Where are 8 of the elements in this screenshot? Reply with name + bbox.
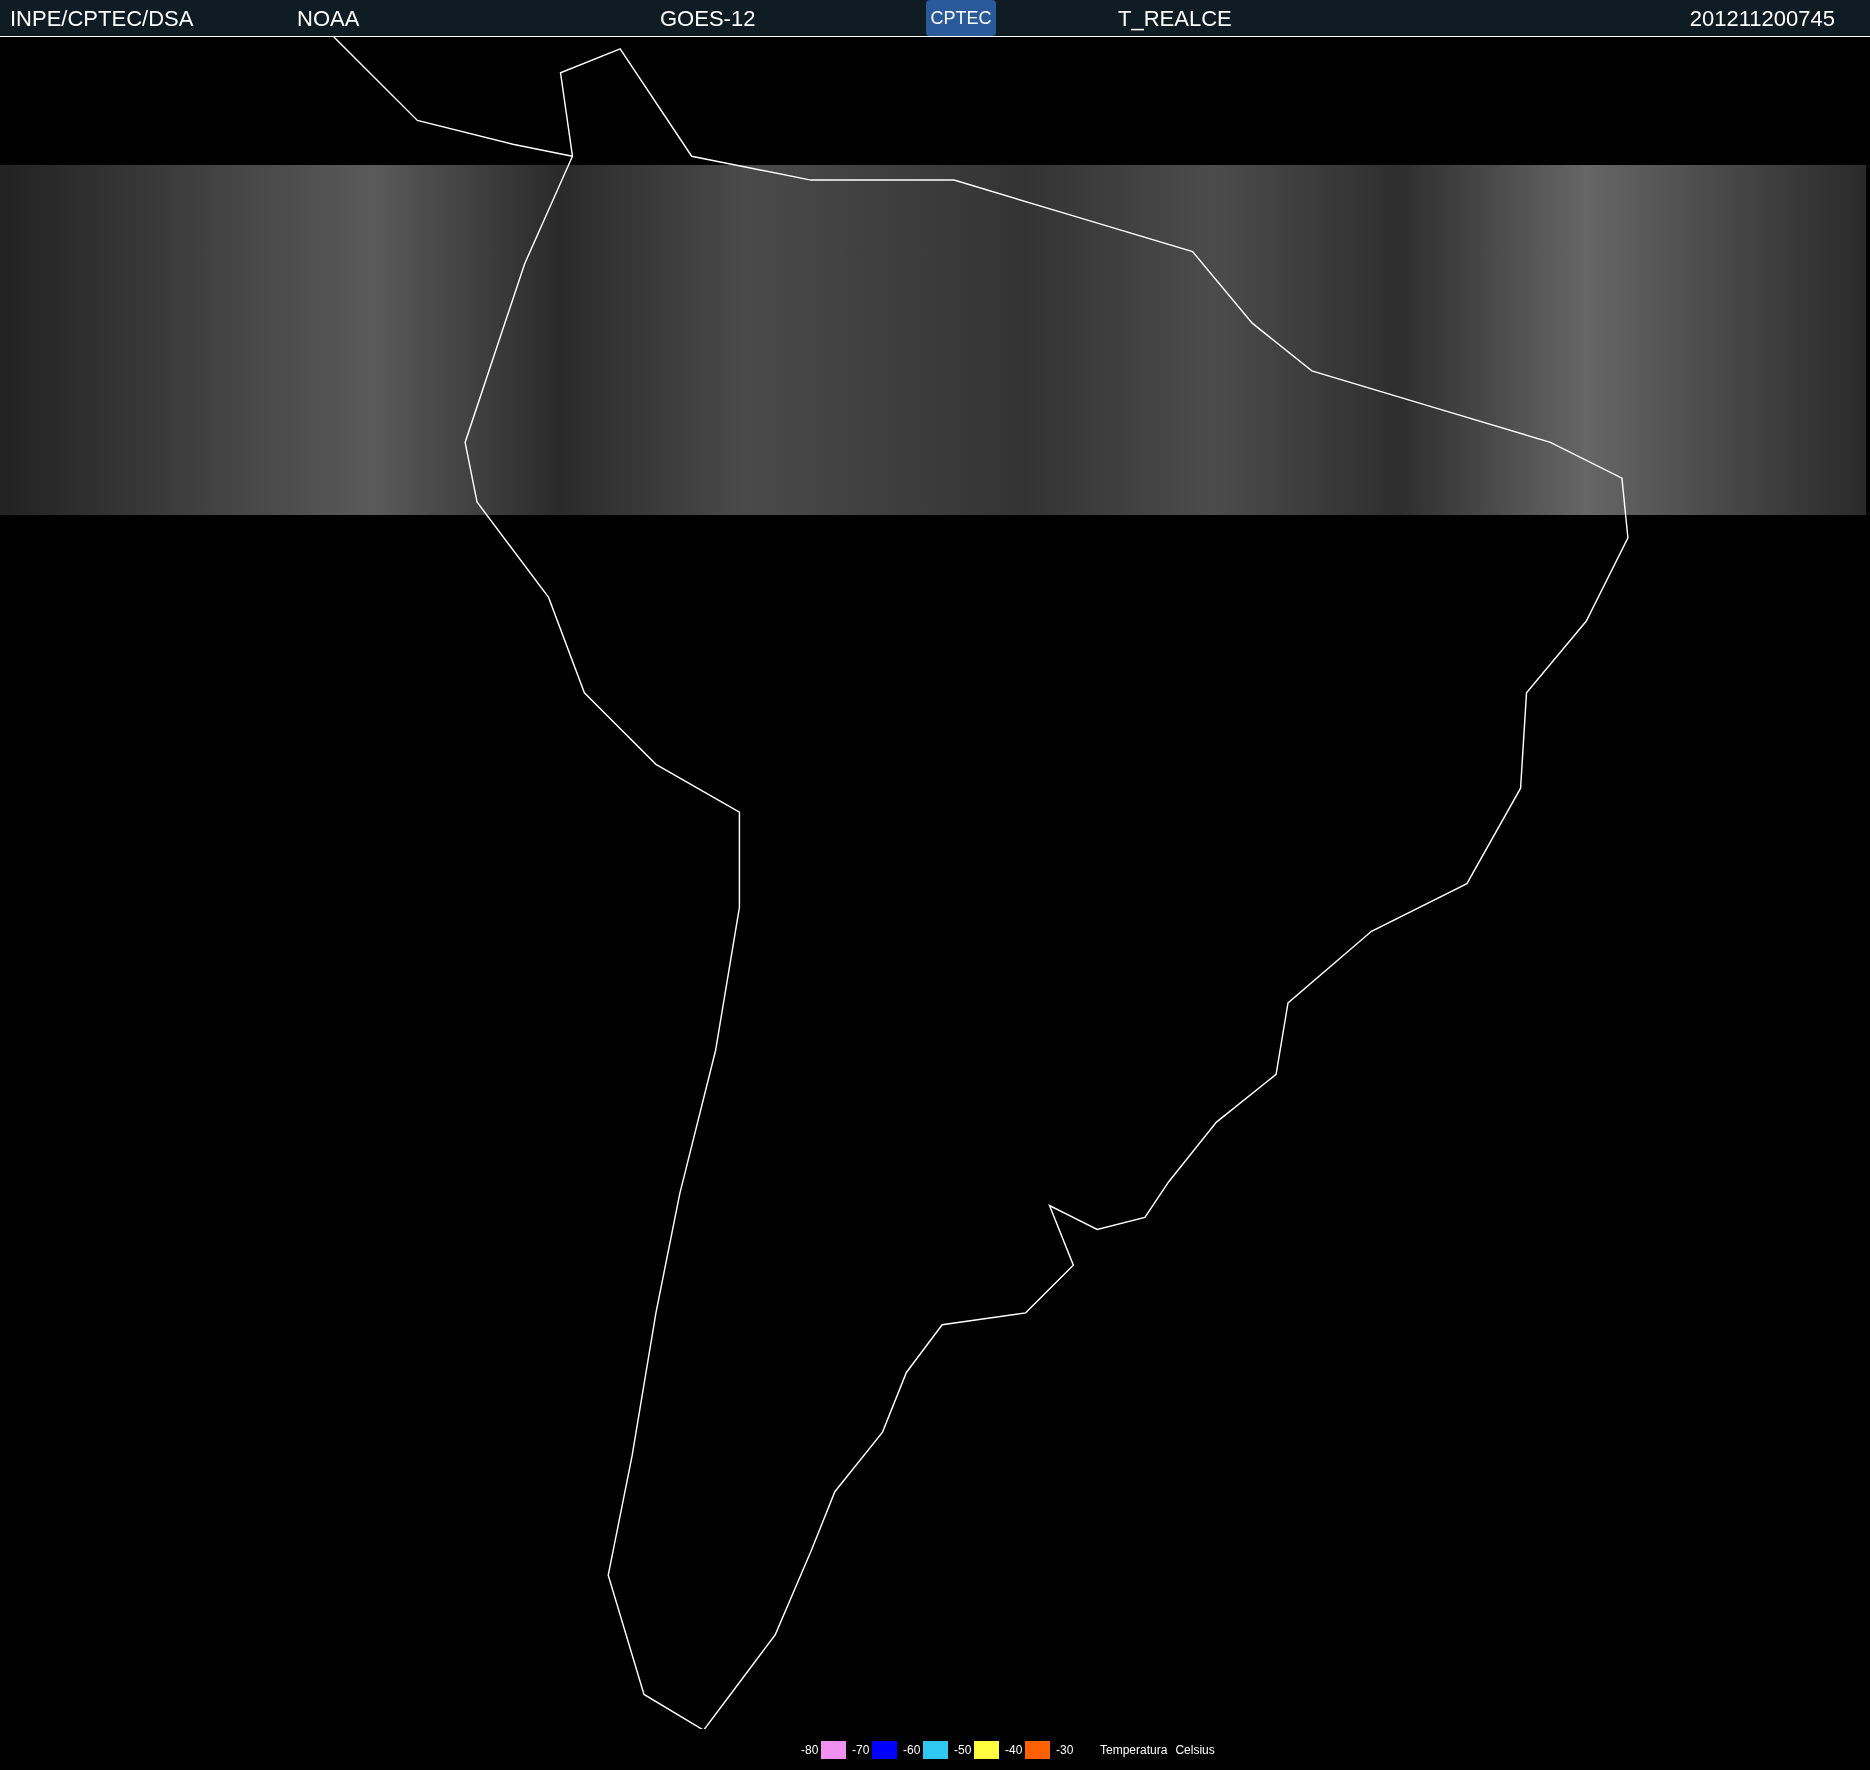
legend-unit: Celsius (1175, 1741, 1215, 1759)
timestamp: 201211200745 (1689, 4, 1835, 33)
header-label: INPE/CPTEC/DSA (10, 5, 194, 31)
legend-title: Temperatura (1100, 1741, 1168, 1759)
product-label: T_REALCE (1118, 4, 1232, 33)
logo: CPTEC (926, 0, 996, 36)
header-label: GOES-12 (660, 5, 756, 31)
header-label: NOAA (297, 5, 360, 31)
